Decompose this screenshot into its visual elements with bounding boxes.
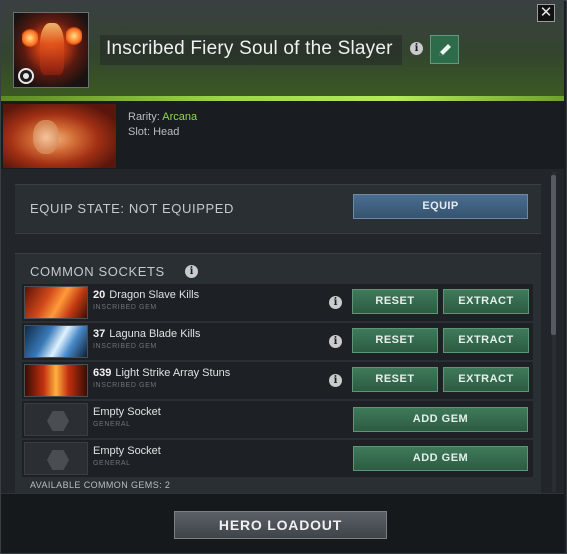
hexagon-icon	[47, 450, 69, 470]
rarity-label: Rarity:	[128, 111, 163, 123]
extract-button[interactable]: EXTRACT	[443, 367, 529, 392]
gem-type: GENERAL	[93, 460, 131, 467]
gem-name: 639 Light Strike Array Stuns	[93, 367, 230, 379]
hexagon-icon	[47, 411, 69, 431]
socket-row: 20 Dragon Slave Kills INSCRIBED GEM i RES…	[22, 284, 533, 321]
gem-image	[24, 286, 88, 319]
hero-face-graphic	[33, 120, 59, 154]
gem-name: 37 Laguna Blade Kills	[93, 328, 200, 340]
socket-row: 639 Light Strike Array Stuns INSCRIBED GE…	[22, 362, 533, 399]
empty-gem-slot	[24, 442, 88, 475]
gem-count: 20	[93, 289, 106, 301]
socket-row: 37 Laguna Blade Kills INSCRIBED GEM i RES…	[22, 323, 533, 360]
gem-count: 37	[93, 328, 106, 340]
available-gems-count: AVAILABLE COMMON GEMS: 2	[30, 480, 171, 490]
gem-image	[24, 364, 88, 397]
hero-figure-graphic	[40, 23, 64, 75]
info-icon[interactable]: i	[410, 42, 423, 55]
reset-button[interactable]: RESET	[352, 328, 438, 353]
gem-title: Laguna Blade Kills	[109, 328, 201, 340]
add-gem-button[interactable]: ADD GEM	[353, 446, 528, 471]
gem-title: Dragon Slave Kills	[109, 289, 200, 301]
gem-type: GENERAL	[93, 421, 131, 428]
gem-type: INSCRIBED GEM	[93, 304, 157, 311]
equip-button[interactable]: EQUIP	[353, 194, 528, 219]
gem-name: 20 Dragon Slave Kills	[93, 289, 199, 301]
rename-button[interactable]	[430, 35, 459, 64]
item-thumbnail	[13, 12, 89, 88]
rarity-value: Arcana	[162, 111, 198, 123]
item-name: Inscribed Fiery Soul of the Slayer	[106, 38, 393, 59]
flame-graphic	[66, 25, 82, 47]
close-button[interactable]: ✕	[537, 4, 555, 22]
extract-button[interactable]: EXTRACT	[443, 289, 529, 314]
empty-socket-row: Empty Socket GENERAL ADD GEM	[22, 401, 533, 438]
empty-socket-row: Empty Socket GENERAL ADD GEM	[22, 440, 533, 477]
scrollbar-thumb[interactable]	[551, 175, 556, 335]
sockets-title: COMMON SOCKETS	[30, 264, 165, 279]
gem-name: Empty Socket	[93, 406, 161, 418]
equip-state-label: EQUIP STATE: NOT EQUIPPED	[30, 201, 235, 216]
gem-title: Light Strike Array Stuns	[115, 367, 231, 379]
gem-type: INSCRIBED GEM	[93, 343, 157, 350]
info-icon[interactable]: i	[329, 374, 342, 387]
reset-button[interactable]: RESET	[352, 367, 438, 392]
rarity-line: Rarity: Arcana	[128, 111, 197, 123]
info-icon[interactable]: i	[185, 265, 198, 278]
gem-type: INSCRIBED GEM	[93, 382, 157, 389]
add-gem-button[interactable]: ADD GEM	[353, 407, 528, 432]
empty-gem-slot	[24, 403, 88, 436]
info-icon[interactable]: i	[329, 335, 342, 348]
hero-portrait	[3, 104, 116, 168]
pencil-icon	[439, 44, 451, 56]
reset-button[interactable]: RESET	[352, 289, 438, 314]
gem-name: Empty Socket	[93, 445, 161, 457]
info-icon[interactable]: i	[329, 296, 342, 309]
extract-button[interactable]: EXTRACT	[443, 328, 529, 353]
gem-count: 639	[93, 367, 112, 379]
inscribed-badge-icon	[18, 68, 34, 84]
slot-line: Slot: Head	[128, 126, 180, 138]
flame-graphic	[22, 27, 38, 49]
hero-loadout-button[interactable]: HERO LOADOUT	[174, 511, 387, 539]
gem-image	[24, 325, 88, 358]
